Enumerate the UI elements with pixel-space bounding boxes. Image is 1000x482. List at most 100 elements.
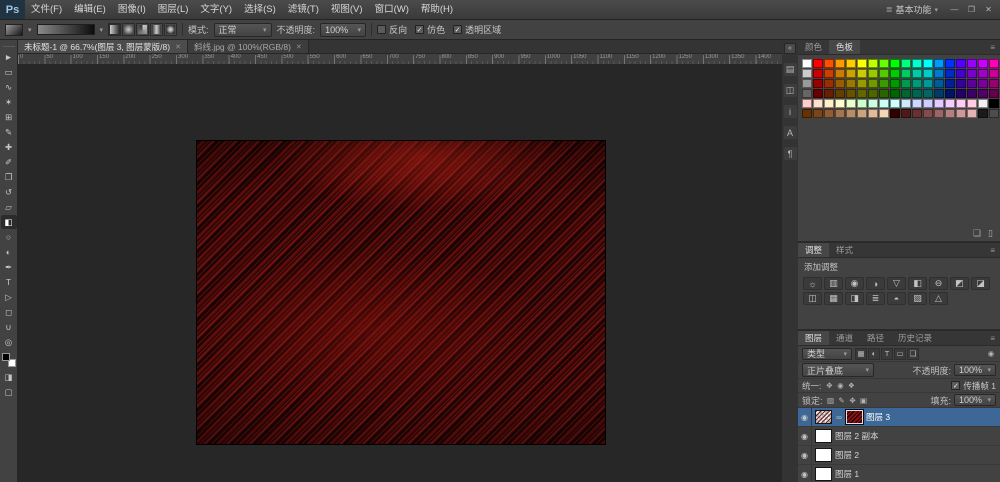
swatch-81[interactable] [901,99,911,108]
swatch-13[interactable] [945,59,955,68]
menu-item-1[interactable]: 编辑(E) [68,0,112,19]
swatch-75[interactable] [835,99,845,108]
swatch-27[interactable] [901,69,911,78]
swatch-96[interactable] [868,109,878,118]
swatch-4[interactable] [846,59,856,68]
swatch-77[interactable] [857,99,867,108]
levels-icon[interactable]: ▥ [824,277,843,290]
delete-swatch-icon[interactable]: ▯ [988,228,993,239]
layer-mask-thumbnail[interactable] [846,410,863,424]
swatch-14[interactable] [956,59,966,68]
layer-thumbnail[interactable] [815,467,832,481]
unify-position-icon[interactable]: ✥ [824,381,834,391]
angle-gradient-button[interactable] [136,23,149,36]
collapse-panels-button[interactable]: « [784,43,796,54]
swatch-80[interactable] [890,99,900,108]
threshold-icon[interactable]: ◓ [887,292,906,305]
swatch-30[interactable] [934,69,944,78]
filter-toggle-icon[interactable]: ◉ [986,349,996,359]
swatch-43[interactable] [879,79,889,88]
menu-item-6[interactable]: 滤镜(T) [282,0,325,19]
swatch-52[interactable] [978,79,988,88]
swatch-106[interactable] [978,109,988,118]
exposure-icon[interactable]: ◑ [866,277,885,290]
swatch-65[interactable] [923,89,933,98]
chevron-down-icon[interactable]: ▾ [28,26,32,34]
swatch-25[interactable] [879,69,889,78]
swatch-50[interactable] [956,79,966,88]
menu-item-3[interactable]: 图层(L) [152,0,195,19]
swatch-21[interactable] [835,69,845,78]
document-canvas[interactable] [197,141,605,444]
swatch-48[interactable] [934,79,944,88]
layer-blend-mode-dropdown[interactable]: 正片叠底 ▾ [802,363,874,377]
swatch-36[interactable] [802,79,812,88]
swatch-0[interactable] [802,59,812,68]
visibility-toggle[interactable]: ◉ [798,427,812,445]
swatch-93[interactable] [835,109,845,118]
adjustments-tab-1[interactable]: 样式 [829,243,860,257]
hand-tool[interactable]: ∪ [1,320,17,334]
color-lookup-icon[interactable]: ▦ [824,292,843,305]
document-tab-1[interactable]: 斜线.jpg @ 100%(RGB/8)✕ [188,40,309,53]
linear-gradient-button[interactable] [108,23,121,36]
menu-item-9[interactable]: 帮助(H) [415,0,459,19]
menu-item-2[interactable]: 图像(I) [112,0,152,19]
swatch-71[interactable] [989,89,999,98]
visibility-toggle[interactable]: ◉ [798,408,812,426]
layer-row-3[interactable]: ◉图层 1 [798,465,1000,482]
swatch-33[interactable] [967,69,977,78]
gradient-preview[interactable] [37,24,95,35]
swatch-42[interactable] [868,79,878,88]
swatch-99[interactable] [901,109,911,118]
vibrance-icon[interactable]: ▽ [887,277,906,290]
swatch-103[interactable] [945,109,955,118]
swatch-58[interactable] [846,89,856,98]
swatch-94[interactable] [846,109,856,118]
tool-preset-picker[interactable] [5,24,23,36]
blend-mode-dropdown[interactable]: 正常 ▾ [214,23,272,37]
photo-filter-icon[interactable]: ◪ [971,277,990,290]
swatch-61[interactable] [879,89,889,98]
properties-panel-icon[interactable]: ◫ [784,84,797,97]
layers-tab-1[interactable]: 通道 [829,331,860,345]
menu-item-7[interactable]: 视图(V) [325,0,369,19]
swatch-32[interactable] [956,69,966,78]
swatch-55[interactable] [813,89,823,98]
paragraph-panel-icon[interactable]: ¶ [784,147,797,160]
layer-row-1[interactable]: ◉图层 2 副本 [798,427,1000,446]
swatches-tab-1[interactable]: 色板 [829,40,860,54]
toolbar-grip[interactable] [3,43,15,47]
menu-item-8[interactable]: 窗口(W) [369,0,415,19]
swatch-28[interactable] [912,69,922,78]
swatch-9[interactable] [901,59,911,68]
swatch-105[interactable] [967,109,977,118]
black-white-icon[interactable]: ◩ [950,277,969,290]
foreground-color-chip[interactable] [2,353,10,361]
lock-transparency-icon[interactable]: ▨ [826,395,836,405]
swatch-90[interactable] [802,109,812,118]
swatch-62[interactable] [890,89,900,98]
quick-mask-button[interactable]: ◨ [1,370,17,384]
new-swatch-icon[interactable]: ❏ [973,228,981,239]
swatch-47[interactable] [923,79,933,88]
swatch-59[interactable] [857,89,867,98]
radial-gradient-button[interactable] [122,23,135,36]
color-balance-icon[interactable]: ⊖ [929,277,948,290]
fill-dropdown[interactable]: 100% ▾ [954,394,996,406]
swatch-12[interactable] [934,59,944,68]
dodge-tool[interactable]: ◐ [1,245,17,259]
healing-brush-tool[interactable]: ✚ [1,140,17,154]
option-checkbox-2[interactable]: ✓透明区域 [453,23,501,36]
swatch-57[interactable] [835,89,845,98]
swatch-91[interactable] [813,109,823,118]
layers-tab-3[interactable]: 历史记录 [891,331,939,345]
screen-mode-button[interactable]: ▢ [1,385,17,399]
magic-wand-tool[interactable]: ✶ [1,95,17,109]
swatch-41[interactable] [857,79,867,88]
swatch-6[interactable] [868,59,878,68]
swatch-73[interactable] [813,99,823,108]
swatch-51[interactable] [967,79,977,88]
opacity-dropdown[interactable]: 100% ▾ [320,23,366,37]
layers-tab-2[interactable]: 路径 [860,331,891,345]
